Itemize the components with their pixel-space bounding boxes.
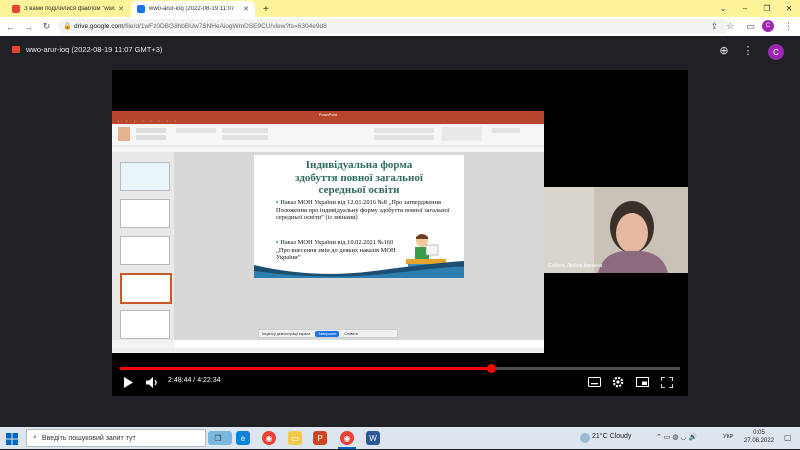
more-options-icon[interactable]: ⋮ bbox=[742, 44, 754, 60]
add-to-drive-icon[interactable]: ⊕ bbox=[716, 44, 732, 60]
video-file-icon bbox=[12, 46, 20, 53]
share-icon[interactable]: ⇪ bbox=[708, 20, 721, 33]
search-icon: ⌕ bbox=[33, 434, 37, 441]
windows-taskbar: ⌕ Введіть пошуковий запит тут ❐ e ◉ ▭ P … bbox=[0, 427, 800, 449]
slide-thumbnail-selected bbox=[120, 273, 172, 304]
forward-arrow-icon[interactable]: → bbox=[22, 20, 35, 33]
participant-name: Соболь Любов Іванівна bbox=[548, 263, 603, 269]
time-display: 2:48:44 / 4:22:34 bbox=[168, 377, 221, 384]
subtitles-button[interactable] bbox=[586, 374, 602, 390]
taskbar-search-box[interactable]: ⌕ Введіть пошуковий запит тут bbox=[26, 429, 206, 447]
browser-tab-drive-video[interactable]: wwo-arur-ioq (2022-08-19 11:07 ✕ bbox=[131, 1, 255, 17]
slide-thumbnail bbox=[120, 310, 170, 339]
slide-title: Індивідуальна форма здобуття повної зага… bbox=[295, 159, 423, 196]
current-slide: Індивідуальна форма здобуття повної зага… bbox=[254, 155, 464, 278]
file-explorer-icon[interactable]: ▭ bbox=[288, 431, 302, 445]
webcam-person bbox=[544, 187, 688, 273]
weather-cloud-icon bbox=[580, 433, 590, 443]
slide-thumbnail bbox=[120, 236, 170, 265]
chrome-icon[interactable]: ◉ bbox=[262, 431, 276, 445]
minimize-icon[interactable]: – bbox=[734, 0, 756, 17]
miniplayer-icon bbox=[635, 377, 649, 387]
new-tab-button[interactable]: + bbox=[257, 1, 273, 17]
close-tab-icon[interactable]: ✕ bbox=[118, 5, 124, 13]
screen-share-bar: Ініціатор демонстрації екрана Завершити … bbox=[258, 329, 398, 338]
weather-widget[interactable]: 21°C Cloudy bbox=[592, 433, 631, 440]
drive-viewer-header: wwo-arur-ioq (2022-08-19 11:07 GMT+3) ⊕ … bbox=[0, 36, 800, 69]
video-player[interactable]: PowerPoint ▪ ▪ ▪ ▪ ▪ ▪ ▪ ▪ Індивідуальна… bbox=[112, 70, 688, 396]
profile-avatar[interactable]: C bbox=[762, 20, 774, 32]
system-tray-icons[interactable]: ⌃ ▭ ◍ ◡ 🔊 bbox=[656, 433, 697, 441]
account-avatar[interactable]: C bbox=[768, 44, 784, 60]
play-icon bbox=[124, 376, 133, 388]
side-panel-icon[interactable]: ▭ bbox=[744, 20, 757, 33]
slide-thumbnail bbox=[120, 199, 170, 228]
back-arrow-icon[interactable]: ← bbox=[4, 20, 17, 33]
slide-bullet: ▪ Наказ МОН України від 12.01.2016 №8 „Пр… bbox=[276, 199, 450, 222]
tab-search-icon[interactable]: ⌄ bbox=[712, 0, 734, 17]
chrome-menu-icon[interactable]: ⋮ bbox=[782, 20, 795, 33]
ribbon-controls-graphic bbox=[112, 127, 544, 147]
notes-pane bbox=[174, 340, 544, 348]
gmail-favicon-icon bbox=[12, 5, 20, 13]
slide-thumbnails-pane bbox=[112, 152, 175, 340]
fullscreen-button[interactable] bbox=[659, 374, 675, 390]
browser-tab-shared-file[interactable]: З вами поділилися файлом "wwo- ✕ bbox=[6, 1, 130, 17]
maximize-icon[interactable]: ❐ bbox=[756, 0, 778, 17]
play-button[interactable] bbox=[120, 374, 136, 390]
close-tab-icon[interactable]: ✕ bbox=[243, 5, 249, 13]
slide-thumbnail bbox=[120, 162, 170, 191]
file-title: wwo-arur-ioq (2022-08-19 11:07 GMT+3) bbox=[26, 45, 163, 54]
powerpoint-icon[interactable]: P bbox=[313, 431, 327, 445]
volume-button[interactable] bbox=[144, 374, 160, 390]
participant-webcam: Соболь Любов Іванівна bbox=[544, 187, 688, 273]
browser-toolbar: ← → ↻ 🔒 drive.google.com/file/d/1wFz0DBG… bbox=[0, 17, 800, 37]
windows-start-button[interactable] bbox=[6, 432, 18, 450]
miniplayer-button[interactable] bbox=[634, 374, 650, 390]
volume-icon bbox=[145, 376, 157, 388]
task-view-icon[interactable]: ❐ bbox=[213, 431, 223, 445]
slide-wave-decoration bbox=[254, 261, 464, 278]
address-bar[interactable]: 🔒 drive.google.com/file/d/1wFz0DBG8hbBUw… bbox=[58, 19, 730, 34]
gear-icon bbox=[612, 376, 624, 388]
word-icon[interactable]: W bbox=[366, 431, 380, 445]
seek-bar[interactable] bbox=[120, 364, 680, 373]
edge-icon[interactable]: e bbox=[236, 431, 250, 445]
captions-icon bbox=[587, 377, 601, 387]
stop-sharing-button[interactable]: Завершити bbox=[315, 330, 340, 337]
drive-favicon-icon bbox=[137, 5, 145, 13]
browser-tab-strip: З вами поділилися файлом "wwo- ✕ wwo-aru… bbox=[0, 0, 800, 17]
chrome-active-icon[interactable]: ◉ bbox=[340, 431, 354, 445]
seek-handle[interactable] bbox=[487, 364, 497, 373]
system-clock[interactable]: 0:05 27.08.2022 bbox=[744, 429, 774, 445]
shared-screen-powerpoint: PowerPoint ▪ ▪ ▪ ▪ ▪ ▪ ▪ ▪ Індивідуальна… bbox=[112, 111, 544, 353]
lock-icon: 🔒 bbox=[63, 23, 72, 30]
fullscreen-icon bbox=[661, 376, 673, 388]
reload-icon[interactable]: ↻ bbox=[40, 20, 53, 33]
bookmark-star-icon[interactable]: ☆ bbox=[724, 20, 737, 33]
hide-share-bar-button[interactable]: Сховати bbox=[344, 332, 357, 336]
input-language[interactable]: УКР bbox=[723, 434, 733, 440]
windows-logo-icon bbox=[6, 433, 18, 445]
powerpoint-status-bar bbox=[112, 348, 544, 353]
powerpoint-title-bar: PowerPoint bbox=[112, 111, 544, 118]
close-window-icon[interactable]: ✕ bbox=[778, 0, 800, 17]
powerpoint-ribbon bbox=[112, 124, 544, 153]
notifications-icon[interactable]: ▢ bbox=[784, 433, 792, 442]
settings-button[interactable] bbox=[610, 374, 626, 390]
seek-bar-played bbox=[120, 367, 492, 370]
